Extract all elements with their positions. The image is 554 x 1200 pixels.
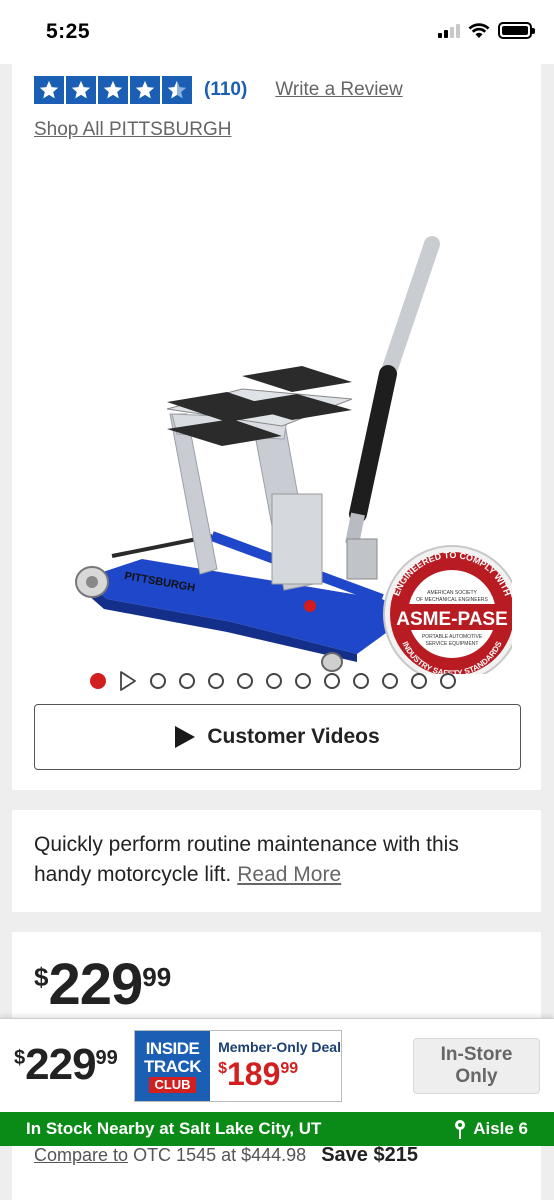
carousel-dot[interactable] <box>440 673 456 689</box>
sticky-price-dollars: 229 <box>25 1040 96 1089</box>
carousel-dot[interactable] <box>382 673 398 689</box>
inside-track-club-deal[interactable]: INSIDE TRACK CLUB Member-Only Deal $ 189… <box>134 1030 342 1102</box>
deal-price-dollars: 189 <box>226 1056 281 1092</box>
status-icons <box>438 22 535 39</box>
product-card: (110) Write a Review Shop All PITTSBURGH <box>12 64 541 790</box>
compare-text: OTC 1545 at $444.98 <box>133 1145 307 1165</box>
sticky-price-bar: $ 229 99 INSIDE TRACK CLUB Member-Only D… <box>0 1018 554 1112</box>
compare-link[interactable]: Compare to <box>34 1145 128 1165</box>
carousel-dot[interactable] <box>324 673 340 689</box>
itc-logo-line2: TRACK <box>144 1056 202 1076</box>
star-icon <box>34 76 64 104</box>
badge-line3: PORTABLE AUTOMOTIVE <box>422 634 483 640</box>
description-text: Quickly perform routine maintenance with… <box>34 830 519 890</box>
main-price: $ 229 99 <box>34 954 171 1016</box>
status-time: 5:25 <box>46 20 91 43</box>
carousel-dot[interactable] <box>353 673 369 689</box>
stock-availability-bar[interactable]: In Stock Nearby at Salt Lake City, UT Ai… <box>0 1112 554 1146</box>
in-store-only-button[interactable]: In-Store Only <box>413 1038 540 1094</box>
carousel-dot[interactable] <box>208 673 224 689</box>
status-bar: 5:25 <box>0 0 554 64</box>
customer-videos-button[interactable]: Customer Videos <box>34 704 521 770</box>
price-symbol: $ <box>34 962 49 992</box>
in-store-line1: In-Store <box>440 1044 513 1065</box>
deal-price-cents: 99 <box>280 1060 299 1077</box>
save-amount: Save $215 <box>321 1144 418 1166</box>
carousel-dot[interactable] <box>237 673 253 689</box>
member-deal-price: $ 189 99 <box>218 1057 341 1091</box>
product-image[interactable]: PITTSBURGH ENGINEERED TO COMPLY WITH IND… <box>52 214 512 674</box>
member-deal: Member-Only Deal $ 189 99 <box>210 1031 341 1101</box>
badge-line2: OF MECHANICAL ENGINEERS <box>416 597 488 603</box>
half-star-icon <box>162 76 192 104</box>
deal-price-symbol: $ <box>218 1060 227 1077</box>
carousel-dot[interactable] <box>295 673 311 689</box>
cellular-signal-icon <box>438 23 460 38</box>
price-dollars: 229 <box>48 952 143 1017</box>
aisle-location: Aisle 6 <box>453 1119 528 1139</box>
star-rating[interactable] <box>34 76 192 104</box>
location-pin-icon <box>455 1120 466 1139</box>
sticky-price-cents: 99 <box>95 1047 118 1069</box>
badge-main: ASME-PASE <box>396 609 508 630</box>
read-more-link[interactable]: Read More <box>237 863 341 886</box>
star-icon <box>66 76 96 104</box>
in-store-line2: Only <box>455 1066 498 1087</box>
rating-row: (110) Write a Review <box>34 76 403 104</box>
write-review-link[interactable]: Write a Review <box>275 79 402 101</box>
price-cents: 99 <box>142 962 172 992</box>
inside-track-club-logo: INSIDE TRACK CLUB <box>135 1031 211 1101</box>
asme-pase-badge: ENGINEERED TO COMPLY WITH INDUSTRY SAFET… <box>383 545 512 674</box>
description-card: Quickly perform routine maintenance with… <box>12 810 541 912</box>
itc-logo-line1: INSIDE <box>145 1038 200 1058</box>
carousel-dot[interactable] <box>266 673 282 689</box>
review-count[interactable]: (110) <box>204 79 247 101</box>
battery-icon <box>498 22 535 39</box>
sticky-price-symbol: $ <box>14 1047 26 1069</box>
stock-text: In Stock Nearby at Salt Lake City, UT <box>26 1119 322 1138</box>
badge-line4: SERVICE EQUIPMENT <box>426 641 479 647</box>
sticky-price: $ 229 99 <box>14 1041 118 1089</box>
carousel-indicators <box>90 670 456 692</box>
star-icon <box>130 76 160 104</box>
shop-all-brand-link[interactable]: Shop All PITTSBURGH <box>34 119 231 141</box>
member-deal-label: Member-Only Deal <box>218 1039 341 1055</box>
carousel-dot[interactable] <box>411 673 427 689</box>
wifi-icon <box>468 22 490 38</box>
play-icon <box>175 726 196 748</box>
aisle-text: Aisle 6 <box>473 1119 528 1138</box>
customer-videos-label: Customer Videos <box>207 725 380 748</box>
badge-line1: AMERICAN SOCIETY <box>427 590 477 596</box>
star-icon <box>98 76 128 104</box>
carousel-video-indicator-icon[interactable] <box>119 670 137 692</box>
carousel-dot[interactable] <box>90 673 106 689</box>
compare-row: Compare to OTC 1545 at $444.98 Save $215 <box>34 1144 418 1167</box>
carousel-dot[interactable] <box>150 673 166 689</box>
carousel-dot[interactable] <box>179 673 195 689</box>
itc-logo-line3: CLUB <box>149 1076 196 1093</box>
